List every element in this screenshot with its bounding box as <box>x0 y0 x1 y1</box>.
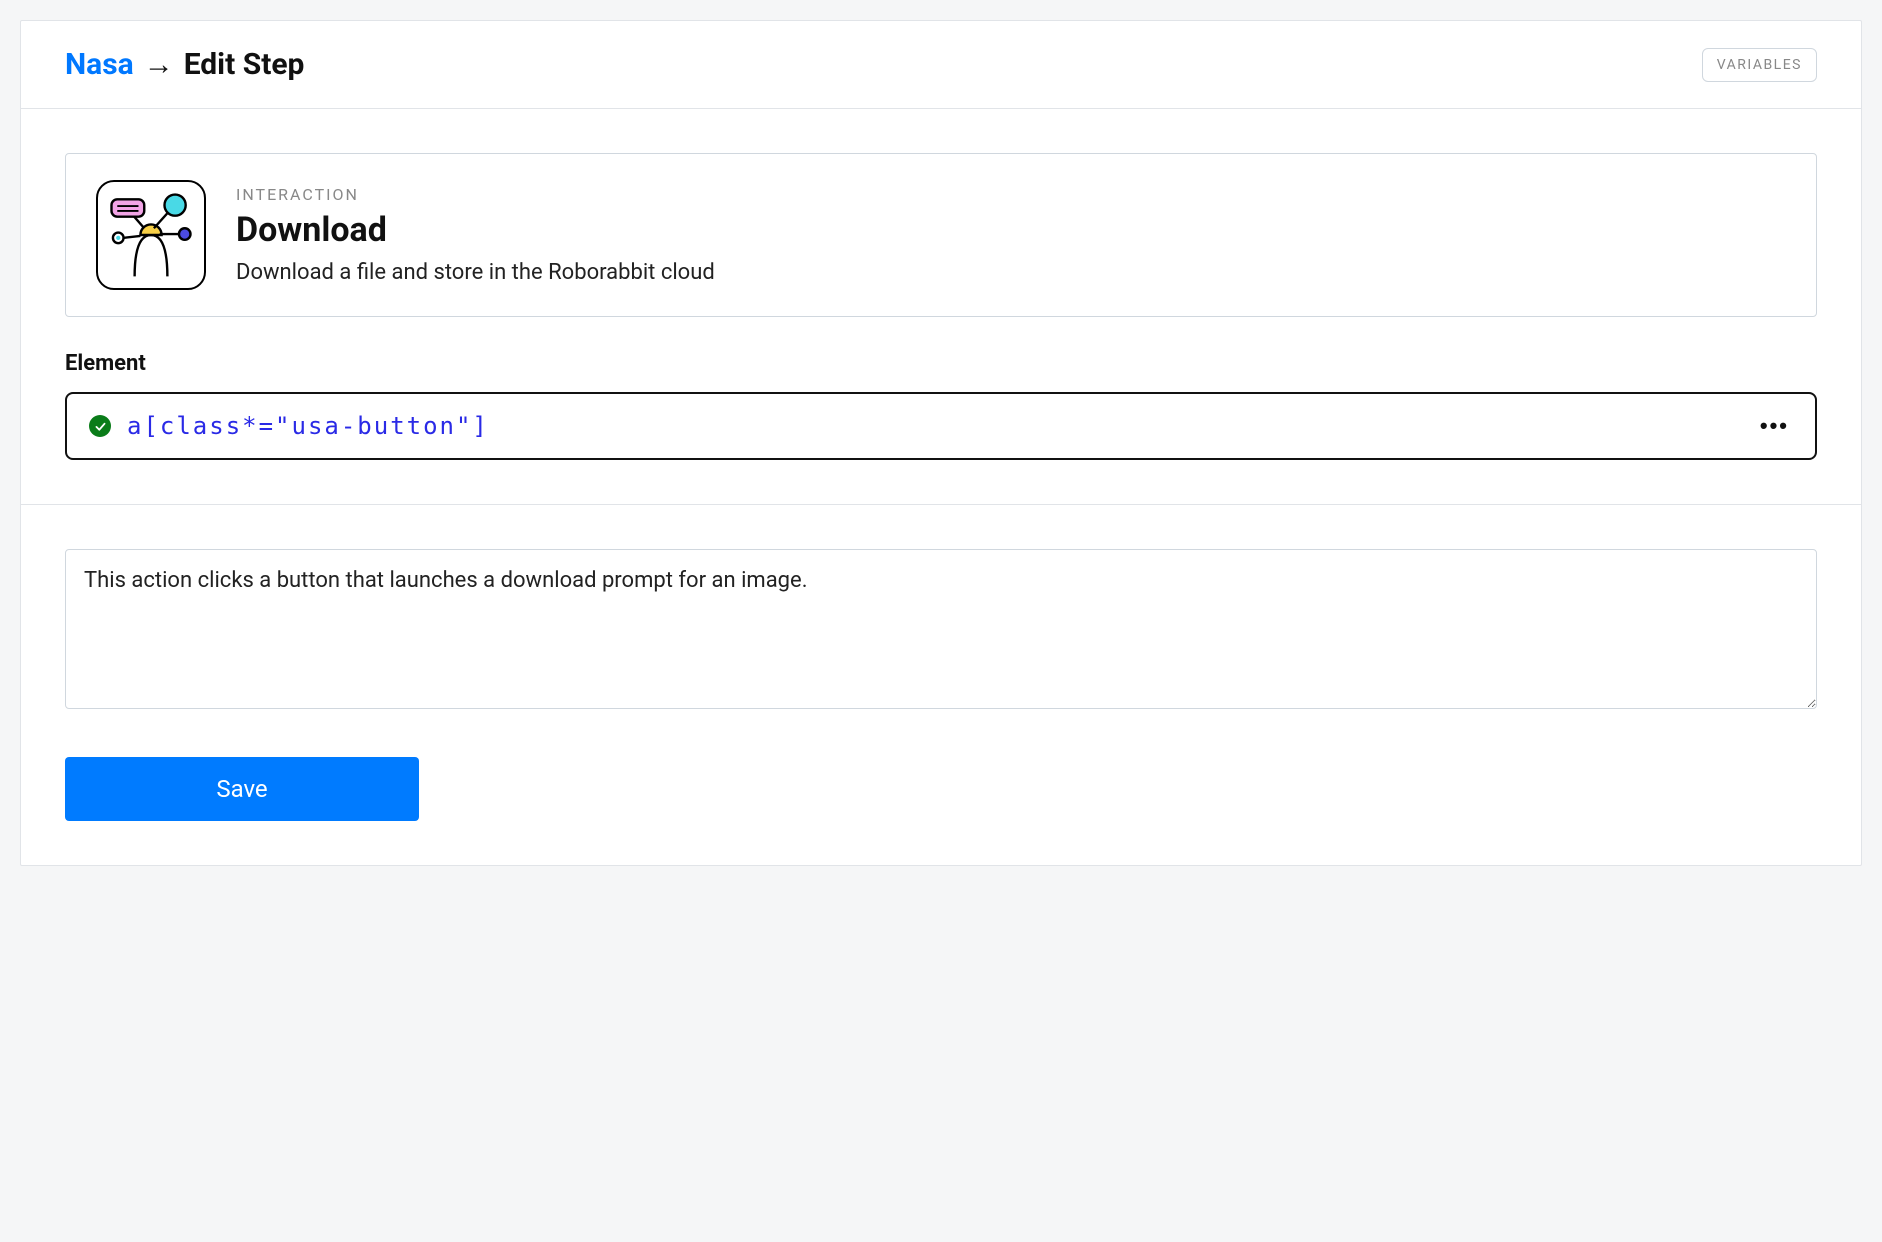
interaction-card: INTERACTION Download Download a file and… <box>65 153 1817 317</box>
interaction-section: INTERACTION Download Download a file and… <box>21 109 1861 327</box>
save-button[interactable]: Save <box>65 757 419 821</box>
element-selector-field[interactable]: a[class*="usa-button"] ••• <box>65 392 1817 460</box>
element-options-button[interactable]: ••• <box>1756 413 1793 439</box>
variables-button[interactable]: VARIABLES <box>1702 48 1817 82</box>
interaction-category-label: INTERACTION <box>236 185 715 204</box>
interaction-icon <box>96 180 206 290</box>
element-label: Element <box>65 351 1817 376</box>
element-selector-code: a[class*="usa-button"] <box>127 412 1740 440</box>
arrow-right-icon: → <box>144 47 174 82</box>
page-title: Edit Step <box>184 47 305 82</box>
interaction-text: INTERACTION Download Download a file and… <box>236 185 715 285</box>
page-container: Nasa → Edit Step VARIABLES <box>20 20 1862 866</box>
breadcrumb: Nasa → Edit Step <box>65 47 304 82</box>
bottom-section: Save <box>21 505 1861 865</box>
check-circle-icon <box>89 415 111 437</box>
description-textarea[interactable] <box>65 549 1817 709</box>
interaction-description: Download a file and store in the Roborab… <box>236 260 715 285</box>
element-section: Element a[class*="usa-button"] ••• <box>21 327 1861 504</box>
breadcrumb-link-nasa[interactable]: Nasa <box>65 47 134 82</box>
interaction-title: Download <box>236 210 715 250</box>
page-header: Nasa → Edit Step VARIABLES <box>21 21 1861 109</box>
